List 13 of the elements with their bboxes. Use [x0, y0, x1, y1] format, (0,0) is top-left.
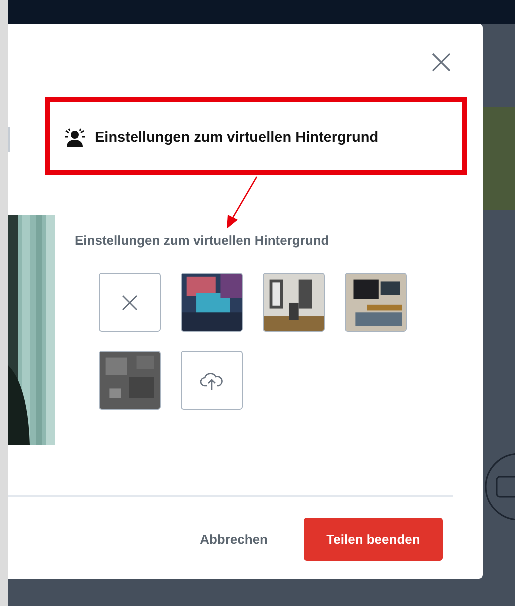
close-icon [122, 294, 138, 310]
background-option[interactable] [181, 273, 243, 332]
cancel-button[interactable]: Abbrechen [194, 518, 274, 561]
stop-sharing-button[interactable]: Teilen beenden [304, 518, 443, 561]
background-option[interactable] [345, 273, 407, 332]
close-icon[interactable] [432, 53, 451, 72]
dialog-title: Einstellungen zum virtuellen Hintergrund [95, 130, 379, 146]
background-option[interactable] [99, 351, 161, 410]
annotation-arrow [226, 176, 259, 230]
cloud-upload-icon [200, 370, 224, 390]
person-background-icon [64, 128, 86, 148]
background-option[interactable] [263, 273, 325, 332]
section-label: Einstellungen zum virtuellen Hintergrund [75, 233, 330, 248]
